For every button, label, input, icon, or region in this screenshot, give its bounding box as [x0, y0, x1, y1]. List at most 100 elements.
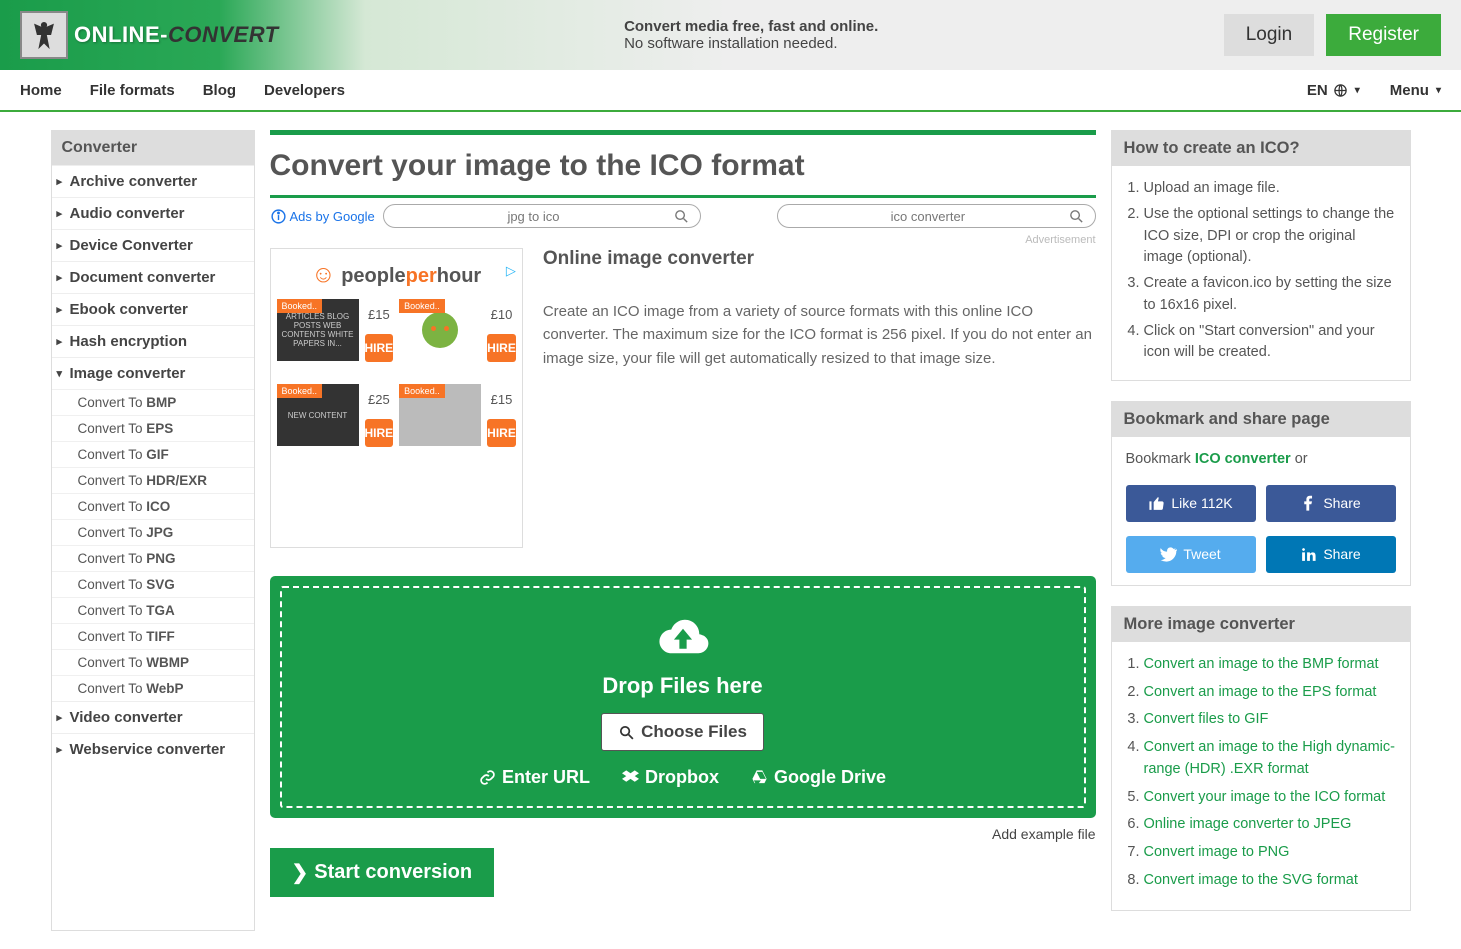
ad-card[interactable]: Booked.. £15HIRE: [399, 384, 516, 447]
top-nav: Home File formats Blog Developers EN Men…: [0, 70, 1461, 112]
ad-search-pill-2[interactable]: ico converter: [777, 204, 1095, 228]
menu-toggle[interactable]: Menu: [1390, 82, 1441, 99]
enter-url-button[interactable]: Enter URL: [479, 767, 590, 788]
cloud-upload-icon: [302, 612, 1064, 663]
ad-brand: ☺ peopleperhour: [275, 261, 518, 289]
ad-choices-icon[interactable]: ▷: [506, 263, 516, 279]
sidebar-sub-webp[interactable]: Convert To WebP: [52, 675, 254, 701]
dropzone-title: Drop Files here: [302, 673, 1064, 699]
ads-label[interactable]: Ads by Google: [270, 208, 375, 225]
desc-body: Create an ICO image from a variety of so…: [543, 300, 1096, 370]
sidebar-sub-ico[interactable]: Convert To ICO: [52, 493, 254, 519]
thumbs-up-icon: [1148, 495, 1165, 512]
right-column: How to create an ICO? Upload an image fi…: [1111, 130, 1411, 931]
howto-step: Click on "Start conversion" and your ico…: [1144, 321, 1396, 365]
sidebar-item-hash[interactable]: Hash encryption: [52, 325, 254, 357]
bookmark-title: Bookmark and share page: [1112, 402, 1410, 437]
sidebar-item-archive[interactable]: Archive converter: [52, 165, 254, 197]
bookmark-text: Bookmark ICO converter or: [1126, 449, 1396, 471]
choose-files-button[interactable]: Choose Files: [601, 713, 764, 751]
globe-icon: [1333, 83, 1348, 98]
sidebar-item-webservice[interactable]: Webservice converter: [52, 733, 254, 765]
bookmark-link[interactable]: ICO converter: [1195, 451, 1291, 467]
more-link[interactable]: Convert an image to the High dynamic-ran…: [1144, 737, 1396, 781]
main: Convert your image to the ICO format Ads…: [270, 130, 1096, 931]
facebook-share-button[interactable]: Share: [1266, 485, 1396, 522]
more-link[interactable]: Convert image to PNG: [1144, 842, 1396, 864]
google-drive-icon: [751, 769, 768, 786]
sidebar-sub-jpg[interactable]: Convert To JPG: [52, 519, 254, 545]
sidebar-sub-bmp[interactable]: Convert To BMP: [52, 389, 254, 415]
sidebar-sub-wbmp[interactable]: Convert To WBMP: [52, 649, 254, 675]
more-panel: More image converter Convert an image to…: [1111, 606, 1411, 911]
sidebar-sub-hdr[interactable]: Convert To HDR/EXR: [52, 467, 254, 493]
sidebar-sub-eps[interactable]: Convert To EPS: [52, 415, 254, 441]
ad-card[interactable]: Booked.. NEW CONTENT £25HIRE: [277, 384, 394, 447]
ad-box[interactable]: ▷ ☺ peopleperhour Booked.. ARTICLES BLOG…: [270, 248, 523, 548]
howto-step: Create a favicon.ico by setting the size…: [1144, 273, 1396, 317]
ad-card[interactable]: Booked.. ARTICLES BLOG POSTS WEB CONTENT…: [277, 299, 394, 362]
advertisement-label: Advertisement: [270, 234, 1096, 246]
bookmark-panel: Bookmark and share page Bookmark ICO con…: [1111, 401, 1411, 586]
divider: [270, 195, 1096, 198]
twitter-icon: [1160, 546, 1177, 563]
sidebar-title: Converter: [52, 131, 254, 165]
sidebar: Converter Archive converter Audio conver…: [51, 130, 255, 931]
search-icon: [1068, 208, 1085, 225]
logo[interactable]: ONLINE-CONVERT: [20, 11, 279, 59]
facebook-icon: [1300, 495, 1317, 512]
nav-blog[interactable]: Blog: [203, 82, 236, 99]
start-conversion-button[interactable]: ❯ Start conversion: [270, 848, 495, 897]
more-link[interactable]: Convert files to GIF: [1144, 709, 1396, 731]
register-button[interactable]: Register: [1326, 14, 1441, 56]
search-icon: [673, 208, 690, 225]
linkedin-button[interactable]: Share: [1266, 536, 1396, 573]
info-icon: [270, 208, 287, 225]
more-link[interactable]: Convert an image to the EPS format: [1144, 682, 1396, 704]
sidebar-sub-gif[interactable]: Convert To GIF: [52, 441, 254, 467]
more-title: More image converter: [1112, 607, 1410, 642]
login-button[interactable]: Login: [1224, 14, 1315, 56]
google-drive-button[interactable]: Google Drive: [751, 767, 886, 788]
nav-file-formats[interactable]: File formats: [90, 82, 175, 99]
more-link[interactable]: Convert image to the SVG format: [1144, 870, 1396, 892]
sidebar-sub-tiff[interactable]: Convert To TIFF: [52, 623, 254, 649]
linkedin-icon: [1300, 546, 1317, 563]
ad-card[interactable]: Booked.. £10HIRE: [399, 299, 516, 362]
ad-search-pill-1[interactable]: jpg to ico: [383, 204, 701, 228]
link-icon: [479, 769, 496, 786]
howto-step: Upload an image file.: [1144, 178, 1396, 200]
sidebar-item-device[interactable]: Device Converter: [52, 229, 254, 261]
sidebar-item-audio[interactable]: Audio converter: [52, 197, 254, 229]
sidebar-sub-tga[interactable]: Convert To TGA: [52, 597, 254, 623]
desc-title: Online image converter: [543, 248, 1096, 270]
sidebar-item-video[interactable]: Video converter: [52, 701, 254, 733]
howto-step: Use the optional settings to change the …: [1144, 204, 1396, 269]
nav-home[interactable]: Home: [20, 82, 62, 99]
language-selector[interactable]: EN: [1307, 82, 1360, 99]
howto-panel: How to create an ICO? Upload an image fi…: [1111, 130, 1411, 381]
nav-developers[interactable]: Developers: [264, 82, 345, 99]
sidebar-item-ebook[interactable]: Ebook converter: [52, 293, 254, 325]
sidebar-sub-png[interactable]: Convert To PNG: [52, 545, 254, 571]
more-link[interactable]: Online image converter to JPEG: [1144, 814, 1396, 836]
description: Online image converter Create an ICO ima…: [543, 248, 1096, 548]
twitter-button[interactable]: Tweet: [1126, 536, 1256, 573]
add-example-file-link[interactable]: Add example file: [992, 826, 1096, 842]
more-link[interactable]: Convert your image to the ICO format: [1144, 787, 1396, 809]
facebook-like-button[interactable]: Like 112K: [1126, 485, 1256, 522]
howto-title: How to create an ICO?: [1112, 131, 1410, 166]
dropbox-button[interactable]: Dropbox: [622, 767, 719, 788]
more-link[interactable]: Convert an image to the BMP format: [1144, 654, 1396, 676]
header: ONLINE-CONVERT Convert media free, fast …: [0, 0, 1461, 70]
page-title: Convert your image to the ICO format: [270, 149, 1096, 183]
sidebar-item-document[interactable]: Document converter: [52, 261, 254, 293]
dropzone[interactable]: Drop Files here Choose Files Enter URL D…: [270, 576, 1096, 818]
divider: [270, 130, 1096, 135]
chevron-right-icon: ❯: [292, 860, 309, 885]
logo-person-icon: [20, 11, 68, 59]
dropbox-icon: [622, 769, 639, 786]
sidebar-item-image[interactable]: Image converter: [52, 357, 254, 389]
sidebar-sub-svg[interactable]: Convert To SVG: [52, 571, 254, 597]
tagline: Convert media free, fast and online. No …: [624, 18, 878, 52]
